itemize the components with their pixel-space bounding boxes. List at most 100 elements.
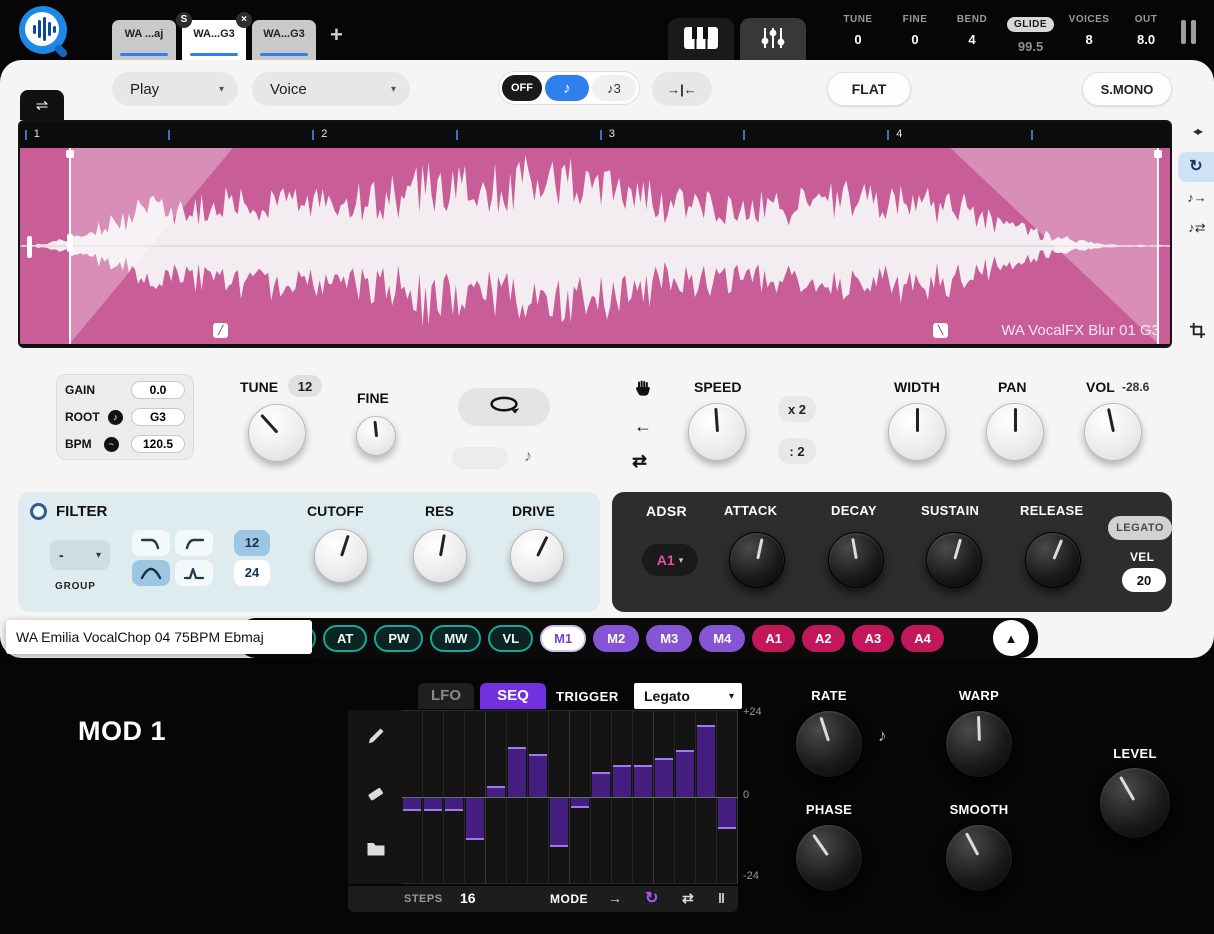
root-row[interactable]: ROOT ♪ G3 — [65, 408, 185, 426]
width-knob[interactable] — [888, 403, 946, 461]
mod-pill-a3[interactable]: A3 — [852, 625, 895, 652]
attack-knob[interactable] — [729, 532, 785, 588]
tune-knob[interactable] — [248, 404, 306, 462]
fade-in-handle[interactable]: ╱ — [213, 323, 228, 338]
waveform-display[interactable]: ╱ ╲ WA VocalFX Blur 01 G3 — [20, 148, 1170, 344]
vel-value[interactable]: 20 — [1122, 568, 1166, 592]
voice-mode-dropdown[interactable]: Voice ▾ — [252, 72, 410, 106]
mod-pill-m1[interactable]: M1 — [540, 625, 586, 652]
crop-icon[interactable] — [1182, 322, 1212, 344]
param-fine[interactable]: FINE 0 — [893, 14, 937, 54]
gain-row[interactable]: GAIN 0.0 — [65, 381, 185, 399]
bpm-value[interactable]: 120.5 — [131, 435, 185, 453]
shuffle-icon[interactable]: ⇄ — [632, 451, 647, 472]
seq-step[interactable] — [633, 711, 654, 883]
mode-hold-icon[interactable]: ‖ — [718, 890, 725, 906]
mod-pill-a4[interactable]: A4 — [901, 625, 944, 652]
grid-off-button[interactable]: OFF — [502, 75, 542, 101]
rate-knob[interactable] — [795, 710, 863, 778]
stereo-mono-button[interactable]: S.MONO — [1082, 72, 1172, 106]
legato-button[interactable]: LEGATO — [1108, 516, 1172, 540]
sample-end-marker[interactable] — [1157, 148, 1159, 344]
seq-step[interactable] — [675, 711, 696, 883]
collapse-up-button[interactable]: ▲ — [993, 620, 1029, 656]
mode-forward-icon[interactable]: → — [608, 890, 622, 906]
fine-knob[interactable] — [356, 416, 396, 456]
slope-12-button[interactable]: 12 — [234, 530, 270, 556]
timeline-ruler[interactable]: 1 2 3 4 — [20, 122, 1170, 148]
phase-knob[interactable] — [795, 824, 863, 892]
mode-pingpong-icon[interactable]: ⇄ — [682, 890, 694, 907]
speed-knob[interactable] — [688, 403, 746, 461]
smooth-knob[interactable] — [945, 824, 1013, 892]
seq-step[interactable] — [612, 711, 633, 883]
filter-enable-toggle[interactable] — [30, 503, 47, 520]
speed-multiply-button[interactable]: x 2 — [778, 396, 816, 422]
seq-step[interactable] — [717, 711, 738, 883]
solo-badge[interactable]: S — [176, 12, 192, 28]
param-bend[interactable]: BEND 4 — [950, 14, 994, 54]
seq-step[interactable] — [570, 711, 591, 883]
hand-icon[interactable] — [634, 379, 652, 402]
adsr-preset-dropdown[interactable]: A1 ▾ — [642, 544, 698, 576]
seq-step[interactable] — [423, 711, 444, 883]
stretch-note-icon[interactable]: ♪⇄ — [1182, 220, 1212, 236]
tune-value[interactable]: 12 — [288, 375, 322, 397]
mod-pill-a1[interactable]: A1 — [752, 625, 795, 652]
steps-value[interactable]: 16 — [460, 890, 476, 906]
loop-length-pill[interactable] — [452, 447, 508, 469]
decay-knob[interactable] — [828, 532, 884, 588]
preset-tab-2[interactable]: WA...G3 S × — [182, 20, 246, 62]
sustain-knob[interactable] — [926, 532, 982, 588]
mod-pill-mw[interactable]: MW — [430, 625, 481, 652]
preset-tab-1[interactable]: WA ...aj — [112, 20, 176, 62]
seq-step[interactable] — [549, 711, 570, 883]
grid-note-button[interactable]: ♪ — [545, 75, 589, 101]
folder-icon[interactable] — [362, 840, 390, 863]
pan-arrows-icon[interactable]: ◂▸ — [1182, 124, 1212, 138]
mod-pill-a2[interactable]: A2 — [802, 625, 845, 652]
mod-pill-pw[interactable]: PW — [374, 625, 423, 652]
seq-step[interactable] — [402, 711, 423, 883]
loop-mode-tab[interactable]: ⇌ — [20, 90, 64, 120]
speed-divide-button[interactable]: : 2 — [778, 438, 816, 464]
warp-knob[interactable] — [945, 710, 1013, 778]
res-knob[interactable] — [413, 529, 467, 583]
gain-value[interactable]: 0.0 — [131, 381, 185, 399]
start-marker-handle[interactable] — [66, 150, 74, 158]
filter-group-dropdown[interactable]: - ▾ — [50, 540, 110, 570]
step-sequencer-graph[interactable] — [402, 710, 738, 884]
start-marker-mid-handle[interactable] — [67, 234, 73, 252]
pitch-note-icon[interactable]: ♪→ — [1182, 190, 1212, 205]
eraser-tool-icon[interactable] — [362, 783, 390, 808]
tab-keyboard[interactable] — [668, 18, 734, 62]
play-mode-dropdown[interactable]: Play ▾ — [112, 72, 238, 106]
param-tune[interactable]: TUNE 0 — [836, 14, 880, 54]
fade-out-handle[interactable]: ╲ — [933, 323, 948, 338]
tab-mixer[interactable] — [740, 18, 806, 62]
param-glide[interactable]: GLIDE 99.5 — [1007, 14, 1054, 54]
loop-edit-icon[interactable]: ↻ — [1178, 152, 1214, 182]
mod-pill-vl[interactable]: VL — [488, 625, 533, 652]
slope-24-button[interactable]: 24 — [234, 560, 270, 586]
tab-lfo[interactable]: LFO — [418, 683, 474, 709]
mod-pill-m4[interactable]: M4 — [699, 625, 745, 652]
volume-knob[interactable] — [1084, 403, 1142, 461]
rate-sync-note-icon[interactable]: ♪ — [878, 726, 887, 746]
loop-playback-button[interactable] — [458, 388, 550, 426]
arrow-left-icon[interactable]: ← — [634, 416, 652, 437]
preset-tab-3[interactable]: WA...G3 — [252, 20, 316, 62]
seq-step[interactable] — [528, 711, 549, 883]
seq-step[interactable] — [486, 711, 507, 883]
flat-button[interactable]: FLAT — [827, 72, 911, 106]
bandpass-filter-button[interactable] — [132, 560, 170, 586]
release-knob[interactable] — [1025, 532, 1081, 588]
notch-filter-button[interactable] — [175, 560, 213, 586]
param-voices[interactable]: VOICES 8 — [1067, 14, 1111, 54]
level-knob[interactable] — [1099, 767, 1171, 839]
end-marker-handle[interactable] — [1154, 150, 1162, 158]
bpm-row[interactable]: BPM ~ 120.5 — [65, 435, 185, 453]
seq-step[interactable] — [465, 711, 486, 883]
root-value[interactable]: G3 — [131, 408, 185, 426]
tab-seq[interactable]: SEQ — [480, 683, 546, 709]
